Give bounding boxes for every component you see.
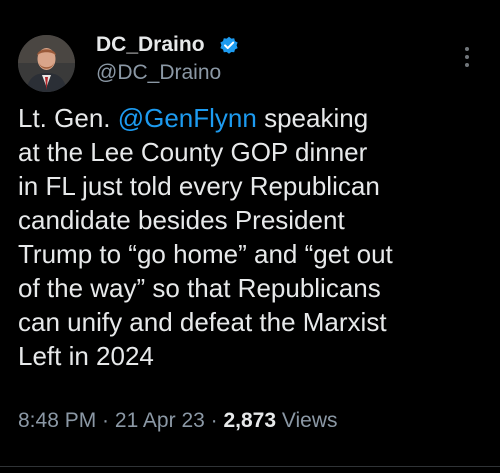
tweet-text-line: at the Lee County GOP dinner xyxy=(18,137,368,167)
author-name[interactable]: DC_Draino xyxy=(96,33,205,57)
tweet-card: DC_Draino @DC_Draino Lt. Gen. @GenFlynn … xyxy=(0,0,500,473)
meta-separator: · xyxy=(204,409,224,432)
tweet-text-segment: speaking xyxy=(256,103,369,133)
tweet-text-line: candidate besides President xyxy=(18,205,345,235)
tweet-text-line: Trump to “go home” and “get out xyxy=(18,239,393,269)
verified-badge-icon xyxy=(220,36,238,54)
tweet-text-line: Lt. Gen. @GenFlynn speaking xyxy=(18,101,488,135)
tweet-time[interactable]: 8:48 PM xyxy=(18,409,96,432)
tweet-meta: 8:48 PM · 21 Apr 23 · 2,873 Views xyxy=(18,409,338,433)
tweet-text-line: of the way” so that Republicans xyxy=(18,273,381,303)
author-handle[interactable]: @DC_Draino xyxy=(96,61,221,85)
tweet-text-line: Left in 2024 xyxy=(18,341,154,371)
avatar-image xyxy=(18,35,75,92)
avatar[interactable] xyxy=(18,35,75,92)
tweet-text-line: can unify and defeat the Marxist xyxy=(18,307,387,337)
divider xyxy=(0,466,500,467)
mention-link[interactable]: @GenFlynn xyxy=(118,103,257,133)
tweet-text-segment: Lt. Gen. xyxy=(18,103,118,133)
tweet-date[interactable]: 21 Apr 23 xyxy=(115,409,205,432)
tweet-text: Lt. Gen. @GenFlynn speaking at the Lee C… xyxy=(18,101,488,373)
tweet-text-line: in FL just told every Republican xyxy=(18,171,380,201)
views-count: 2,873 xyxy=(223,409,277,432)
meta-separator: · xyxy=(96,409,115,432)
more-options-icon[interactable] xyxy=(462,44,472,70)
views-label: Views xyxy=(276,409,338,432)
